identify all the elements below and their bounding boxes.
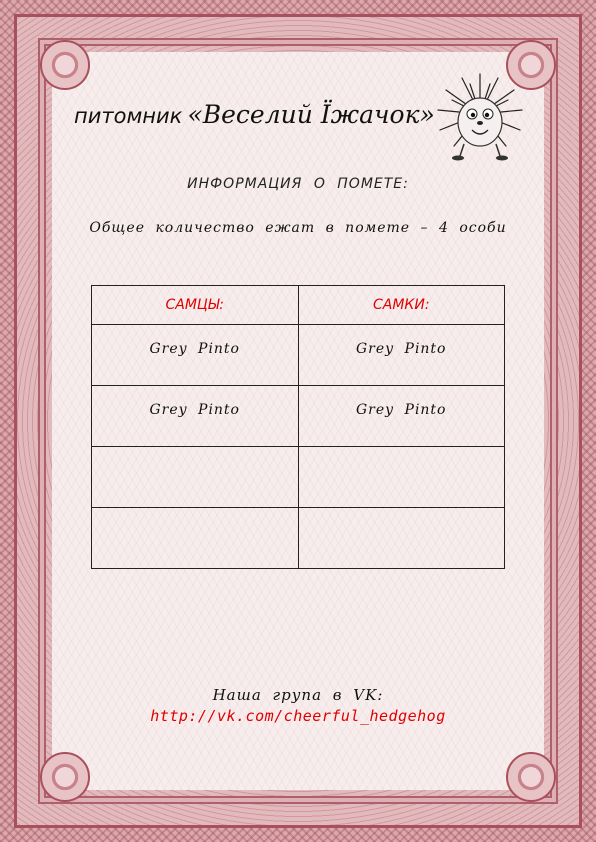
table-cell: Grey Pinto [91,324,299,386]
column-header-females: САМКИ: [297,285,505,325]
table-row: Grey Pinto Grey Pinto [91,324,505,386]
hedgehog-icon [437,73,523,161]
table-cell [297,507,505,569]
table-row: Grey Pinto Grey Pinto [91,385,505,447]
table-header-row: САМЦЫ: САМКИ: [91,285,505,325]
vk-group-label: Наша група в VK: [212,686,384,704]
kennel-prefix: питомник [74,104,183,128]
corner-ornament-top-left [40,40,90,90]
corner-ornament-bottom-left [40,752,90,802]
kennel-title: питомник «Веселий Ïжачок» [74,100,435,129]
table-cell: Grey Pinto [91,385,299,447]
vk-group-link[interactable]: http://vk.com/cheerful_hedgehog [0,707,596,725]
kennel-name: «Веселий Ïжачок» [187,100,435,129]
table-cell [91,446,299,508]
table-cell [297,446,505,508]
table-cell: Grey Pinto [297,324,505,386]
table-cell: Grey Pinto [297,385,505,447]
column-header-males: САМЦЫ: [91,285,299,325]
corner-ornament-bottom-right [506,752,556,802]
litter-total: Общее количество ежат в помете – 4 особи [89,220,507,236]
section-heading: ИНФОРМАЦИЯ О ПОМЕТЕ: [187,176,409,192]
litter-table: САМЦЫ: САМКИ: Grey Pinto Grey Pinto Grey… [91,285,505,569]
table-cell [91,507,299,569]
table-row [91,507,505,569]
table-row [91,446,505,508]
